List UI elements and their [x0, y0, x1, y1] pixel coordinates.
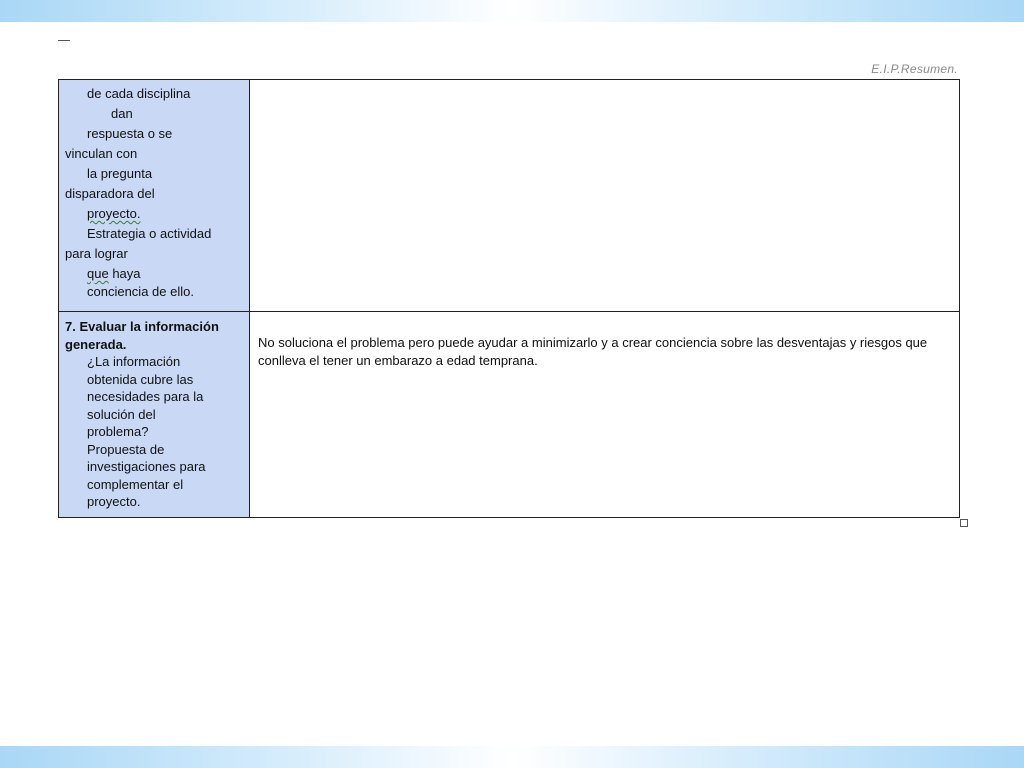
- criteria-line: problema?: [87, 424, 149, 439]
- criteria-line: que haya: [65, 264, 249, 284]
- criteria-line: para lograr: [65, 246, 128, 261]
- response-cell-empty: [249, 79, 960, 312]
- table-row: 7. Evaluar la información generada. ¿La …: [58, 311, 960, 518]
- criteria-line: obtenida cubre las: [87, 371, 194, 387]
- spellcheck-word: que: [87, 266, 109, 281]
- criteria-line: investigaciones para: [87, 459, 206, 474]
- criteria-line: proyecto.: [87, 494, 141, 509]
- content-table: de cada disciplina dan respuesta o se vi…: [58, 79, 960, 518]
- criteria-line: ¿La información: [87, 354, 181, 369]
- criteria-line: disparadora del: [65, 186, 155, 201]
- page-header: E.I.P.Resumen.: [871, 62, 958, 76]
- criteria-line: proyecto.: [65, 204, 249, 224]
- bottom-decorative-band: [0, 746, 1024, 768]
- top-decorative-band: [0, 0, 1024, 22]
- criteria-line: conciencia de ello.: [87, 284, 194, 299]
- spellcheck-word: proyecto.: [87, 206, 141, 221]
- criteria-line: de cada disciplina: [87, 86, 191, 101]
- criteria-line: vinculan con: [65, 146, 138, 161]
- criteria-line: la pregunta: [87, 166, 153, 181]
- criteria-cell: 7. Evaluar la información generada. ¿La …: [58, 311, 250, 518]
- criteria-line: complementar el: [87, 476, 184, 492]
- criteria-word: haya: [112, 266, 141, 281]
- criteria-line: necesidades para la: [87, 389, 204, 404]
- step-title: 7. Evaluar la información: [65, 319, 219, 334]
- step-title-cont: generada.: [65, 336, 127, 352]
- criteria-line: dan: [111, 106, 133, 121]
- response-text[interactable]: No soluciona el problema pero puede ayud…: [250, 312, 959, 370]
- criteria-line: solución del: [87, 406, 156, 422]
- table-row: de cada disciplina dan respuesta o se vi…: [58, 79, 960, 312]
- table-resize-handle[interactable]: [960, 519, 968, 527]
- criteria-cell: de cada disciplina dan respuesta o se vi…: [58, 79, 250, 312]
- page-corner-mark: [58, 40, 70, 41]
- response-cell[interactable]: No soluciona el problema pero puede ayud…: [249, 311, 960, 518]
- criteria-line: Estrategia o actividad: [87, 226, 212, 241]
- criteria-line: Propuesta de: [87, 441, 165, 457]
- criteria-line: respuesta o se: [87, 126, 173, 141]
